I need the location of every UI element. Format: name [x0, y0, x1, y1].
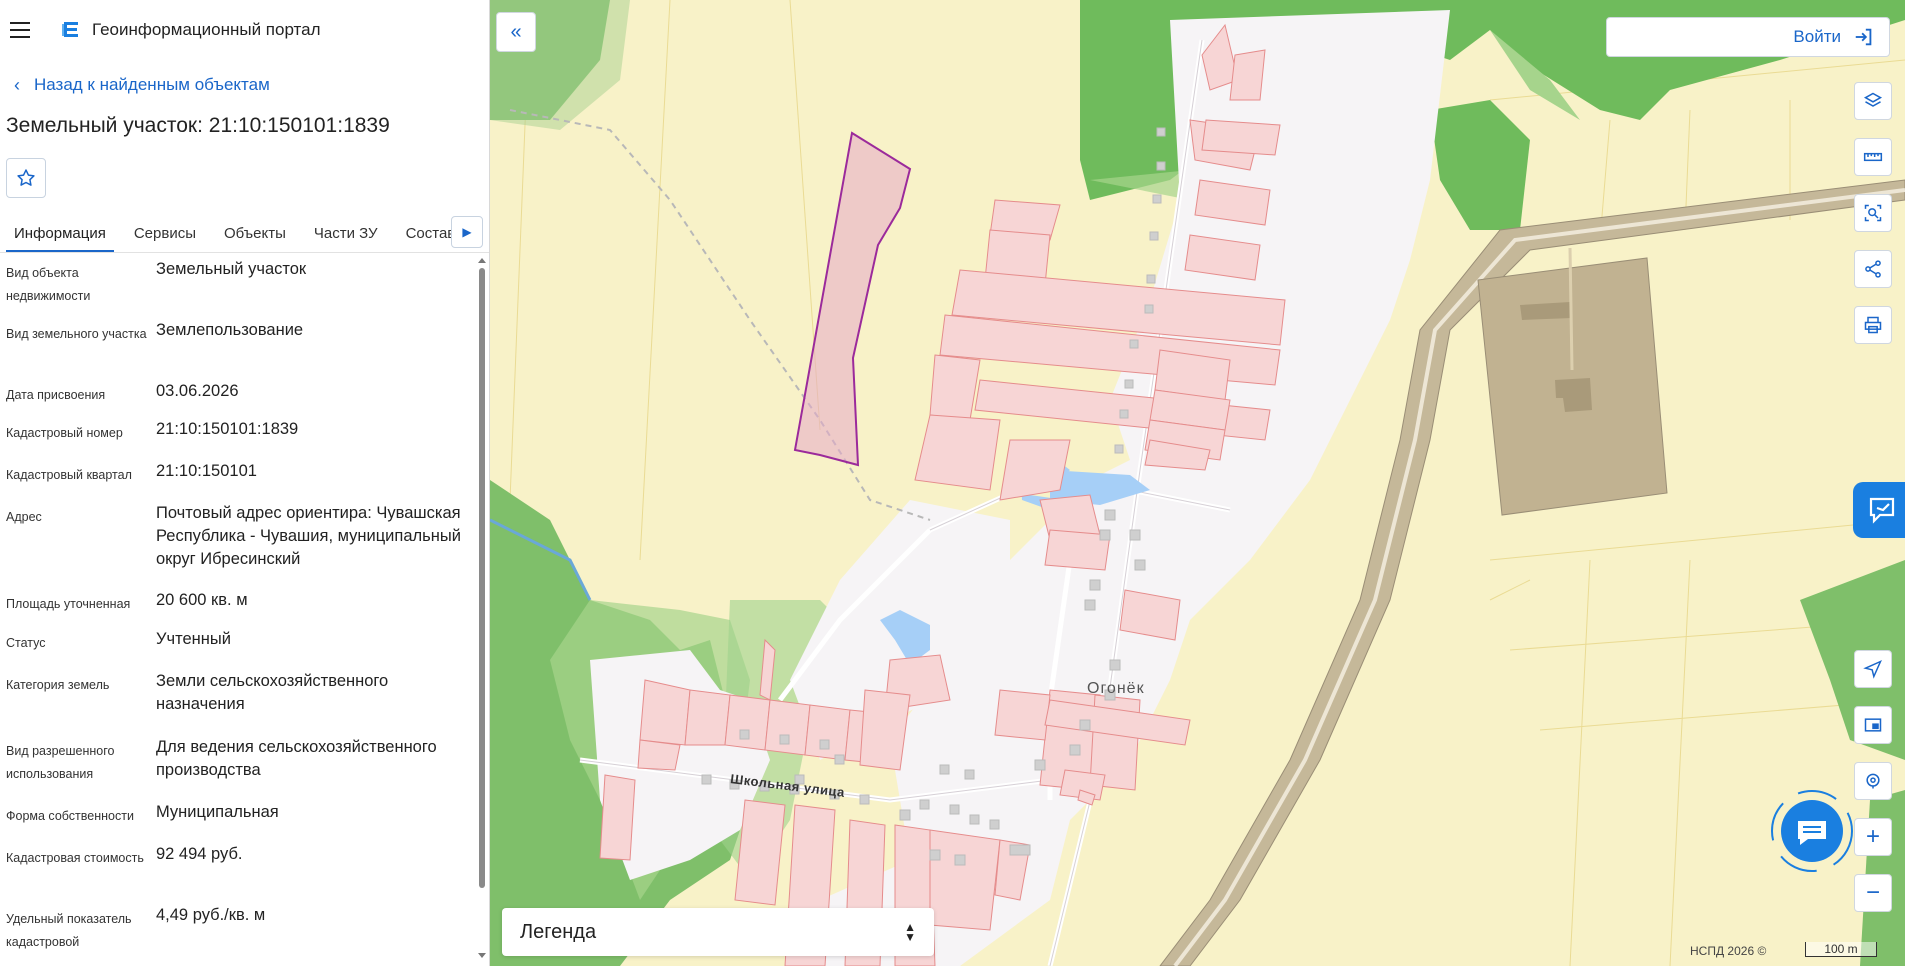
map-drawing — [490, 0, 1905, 966]
tab-objects[interactable]: Объекты — [216, 225, 294, 252]
scroll-down-arrow[interactable] — [478, 953, 486, 958]
star-icon — [17, 169, 35, 186]
info-value: Для ведения сельскохозяйственного произв… — [156, 738, 437, 779]
caret-right-icon: ▶ — [462, 225, 472, 239]
geolocation-icon — [1866, 773, 1880, 789]
info-row: Площадь уточненная 20 600 кв. м — [0, 589, 470, 628]
sidebar-header: Геоинформационный портал — [0, 0, 489, 60]
info-label: Кадастровая стоимость — [6, 851, 144, 865]
info-label: Вид земельного участка — [6, 327, 147, 341]
print-button[interactable] — [1854, 306, 1892, 344]
area-select-button[interactable] — [1854, 194, 1892, 232]
info-row: Вид земельного участка Землепользование — [0, 319, 470, 380]
info-label: Кадастровый квартал — [6, 468, 132, 482]
back-label: Назад к найденным объектам — [34, 75, 270, 94]
feedback-icon — [1869, 497, 1895, 524]
layers-icon — [1863, 92, 1883, 107]
info-label: Вид объекта недвижимости — [6, 266, 91, 303]
tab-services[interactable]: Сервисы — [126, 225, 204, 252]
info-row: Вид разрешенного использования Для веден… — [0, 736, 470, 801]
print-icon — [1864, 316, 1882, 334]
info-label: Статус — [6, 636, 46, 650]
tab-parts[interactable]: Части ЗУ — [306, 225, 386, 252]
scrollbar-thumb[interactable] — [479, 268, 485, 888]
chevron-left-icon: ‹ — [14, 74, 20, 95]
portal-title: Геоинформационный портал — [92, 20, 321, 39]
legend-label: Легенда — [520, 920, 597, 943]
object-title: Земельный участок: 21:10:150101:1839 — [6, 114, 390, 137]
sidebar: Геоинформационный портал ‹ Назад к найде… — [0, 0, 490, 966]
geolocation-button[interactable] — [1854, 762, 1892, 800]
info-row: Кадастровый номер 21:10:150101:1839 — [0, 418, 470, 460]
collapse-sidebar-button[interactable]: « — [496, 12, 536, 52]
minus-icon: − — [1865, 879, 1880, 906]
info-scrollbar[interactable] — [477, 258, 487, 958]
info-value: 03.06.2026 — [156, 382, 239, 400]
scroll-up-arrow[interactable] — [478, 258, 486, 263]
double-chevron-left-icon: « — [510, 20, 522, 43]
favorite-button[interactable] — [6, 158, 46, 198]
info-value: Муниципальная — [156, 803, 279, 821]
back-to-results-link[interactable]: ‹ Назад к найденным объектам — [0, 60, 489, 110]
info-row: Удельный показатель кадастровой 4,49 руб… — [0, 904, 470, 954]
info-value: Земли сельскохозяйственного назначения — [156, 672, 389, 713]
info-label: Кадастровый номер — [6, 426, 123, 440]
info-label: Категория земель — [6, 678, 110, 692]
map-copyright: НСПД 2026 © — [1690, 944, 1767, 958]
plus-icon: + — [1865, 823, 1880, 850]
info-row: Кадастровый квартал 21:10:150101 — [0, 460, 470, 502]
map-scale-bar: 100 m — [1805, 942, 1877, 957]
info-label: Дата присвоения — [6, 388, 106, 402]
locate-button[interactable] — [1854, 650, 1892, 688]
portal-logo-icon — [62, 22, 78, 37]
ruler-icon — [1863, 152, 1883, 162]
info-value: Учтенный — [156, 630, 231, 648]
info-label: Вид разрешенного использования — [6, 744, 115, 781]
info-row: Адрес Почтовый адрес ориентира: Чувашска… — [0, 502, 470, 589]
info-label: Форма собственности — [6, 809, 134, 823]
zoom-out-button[interactable]: − — [1854, 874, 1892, 912]
legend-panel[interactable]: Легенда ▲ ▼ — [502, 908, 934, 956]
info-row: Вид объекта недвижимости Земельный участ… — [0, 258, 470, 319]
chat-button[interactable] — [1768, 787, 1856, 875]
login-button[interactable]: Войти — [1606, 17, 1890, 57]
chat-icon — [1771, 790, 1853, 872]
info-value: Землепользование — [156, 321, 304, 339]
place-label: Огонёк — [1087, 680, 1145, 697]
tab-information[interactable]: Информация — [6, 225, 114, 252]
minimap-icon — [1864, 718, 1882, 732]
ruler-button[interactable] — [1854, 138, 1892, 176]
info-label: Площадь уточненная — [6, 597, 131, 611]
info-row: Форма собственности Муниципальная — [0, 801, 470, 843]
info-value: Почтовый адрес ориентира: Чувашская Респ… — [156, 504, 461, 568]
info-value: 4,49 руб./кв. м — [156, 906, 266, 924]
info-row: Статус Учтенный — [0, 628, 470, 670]
info-label: Удельный показатель кадастровой — [6, 912, 132, 949]
tabs-scroll-right-button[interactable]: ▶ — [451, 216, 483, 248]
map-canvas[interactable]: Школьная улица Огонёк — [490, 0, 1905, 966]
info-value: 21:10:150101 — [156, 462, 257, 480]
info-row: Категория земель Земли сельскохозяйствен… — [0, 670, 470, 736]
minimap-button[interactable] — [1854, 706, 1892, 744]
info-panel: Вид объекта недвижимости Земельный участ… — [0, 258, 470, 960]
expand-collapse-icon: ▲ ▼ — [904, 920, 916, 944]
login-arrow-icon — [1855, 28, 1872, 46]
feedback-side-button[interactable] — [1853, 482, 1905, 538]
info-value: 92 494 руб. — [156, 845, 243, 863]
zoom-in-button[interactable]: + — [1854, 818, 1892, 856]
tab-bar: Информация Сервисы Объекты Части ЗУ Сост… — [0, 212, 489, 253]
info-value: 21:10:150101:1839 — [156, 420, 299, 438]
hamburger-icon[interactable] — [10, 22, 30, 38]
info-value: Земельный участок — [156, 260, 307, 278]
login-label: Войти — [1793, 27, 1841, 46]
info-value: 20 600 кв. м — [156, 591, 248, 609]
info-row: Кадастровая стоимость 92 494 руб. — [0, 843, 470, 904]
share-button[interactable] — [1854, 250, 1892, 288]
share-icon — [1865, 260, 1881, 278]
layers-button[interactable] — [1854, 82, 1892, 120]
info-label: Адрес — [6, 510, 42, 524]
navigation-arrow-icon — [1863, 660, 1882, 679]
info-row: Дата присвоения 03.06.2026 — [0, 380, 470, 418]
area-select-icon — [1864, 204, 1882, 222]
